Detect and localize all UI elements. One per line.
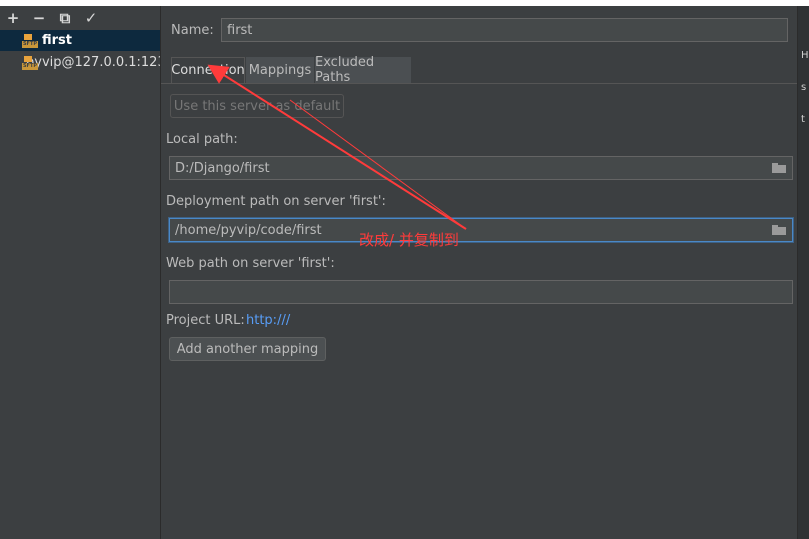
annotation-arrow [207,64,467,230]
annotation-text: 改成/ 并复制到 [359,231,459,249]
